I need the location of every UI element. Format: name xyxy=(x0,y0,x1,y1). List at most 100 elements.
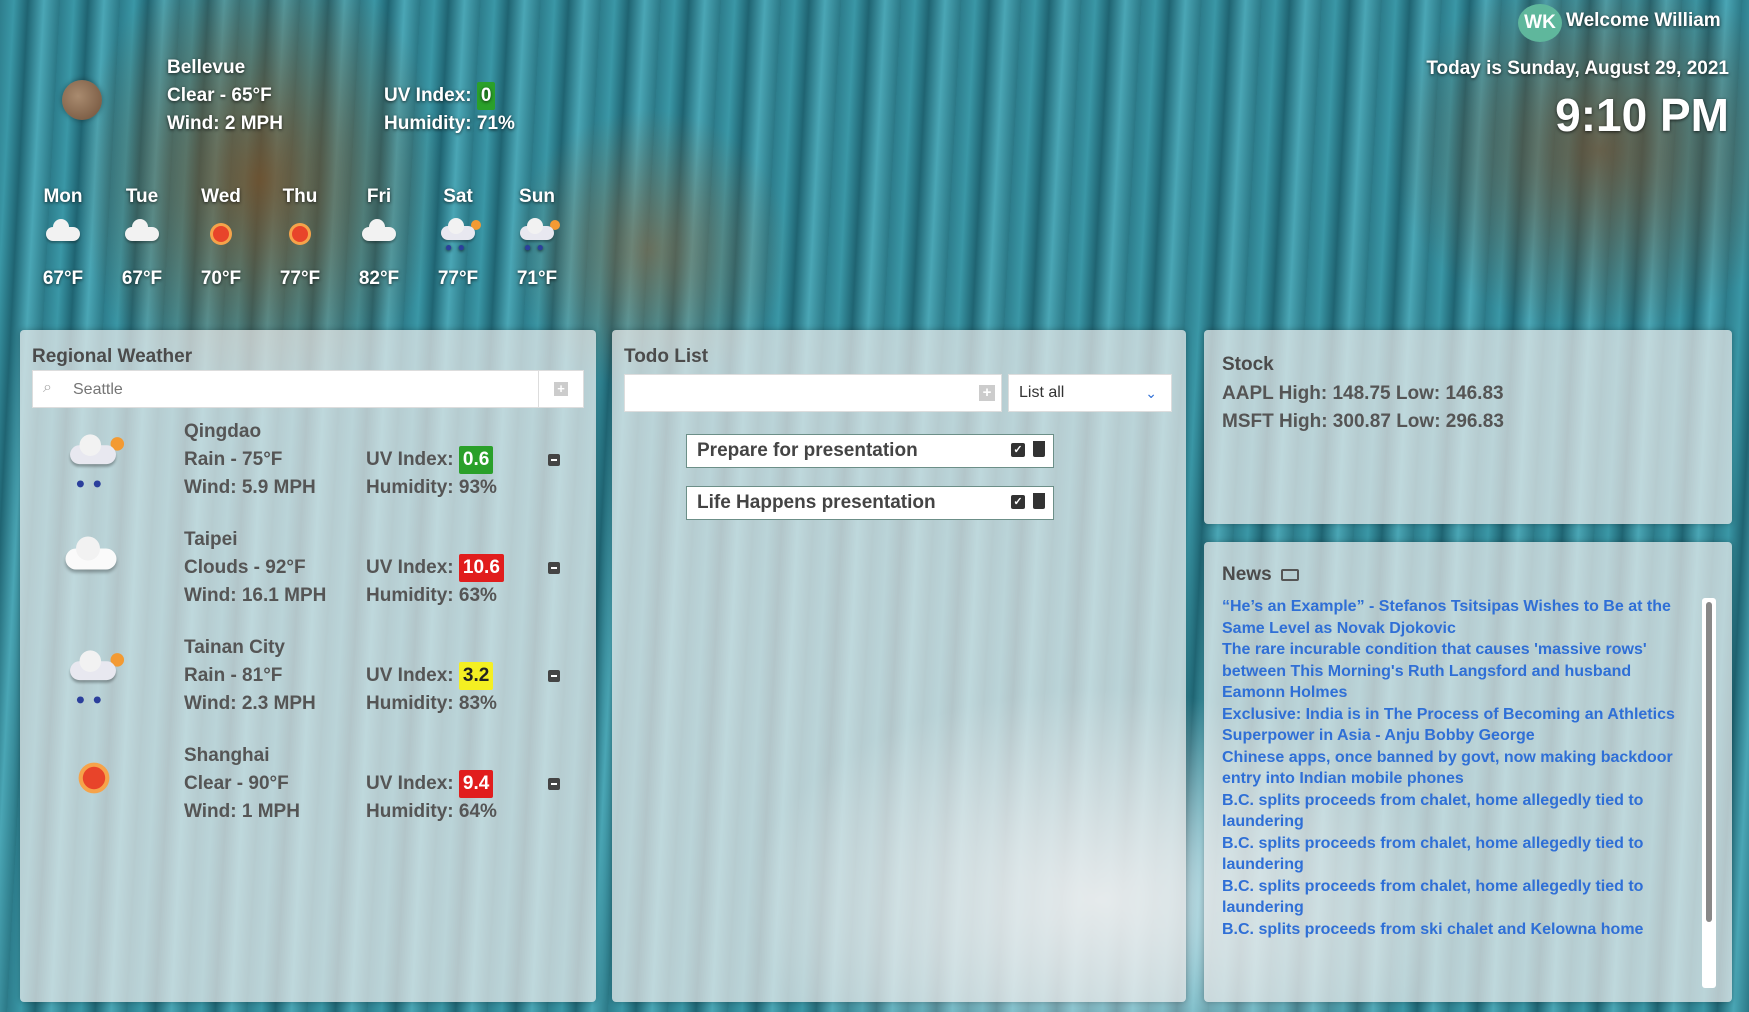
forecast-day: Fri 82°F xyxy=(349,186,409,290)
city-humidity: Humidity: 64% xyxy=(366,801,497,822)
cloud-icon xyxy=(125,219,159,241)
city-humidity: Humidity: 93% xyxy=(366,477,497,498)
todo-item: Prepare for presentation ✓ xyxy=(686,434,1054,468)
city-wind: Wind: 5.9 MPH xyxy=(184,477,316,498)
todo-filter-value: List all xyxy=(1019,384,1065,401)
cloud-moon-icon xyxy=(362,219,396,241)
plus-icon: + xyxy=(554,382,568,396)
news-link[interactable]: The rare incurable condition that causes… xyxy=(1222,639,1692,704)
add-city-button[interactable]: + xyxy=(538,371,583,407)
avatar[interactable]: WK xyxy=(1518,4,1562,42)
forecast-temp: 70°F xyxy=(200,268,242,289)
current-uv-label: UV Index: xyxy=(384,85,472,106)
city-name: Qingdao xyxy=(184,421,262,442)
city-name: Tainan City xyxy=(184,637,285,658)
city-condition: Rain - 81°F xyxy=(184,665,283,686)
regional-search-box: ⌕ + xyxy=(32,370,584,409)
news-link[interactable]: B.C. splits proceeds from chalet, home a… xyxy=(1222,876,1692,919)
forecast-day-label: Tue xyxy=(125,186,159,207)
stock-panel: Stock AAPL High: 148.75 Low: 146.83 MSFT… xyxy=(1204,330,1732,524)
todo-filter-select[interactable]: List all ⌄ xyxy=(1008,374,1172,412)
chevron-down-icon: ⌄ xyxy=(1145,385,1157,401)
news-link[interactable]: B.C. splits proceeds from chalet, home a… xyxy=(1222,790,1692,833)
trash-icon[interactable] xyxy=(1033,493,1045,509)
current-wind: Wind: 2 MPH xyxy=(167,113,283,134)
rain-icon: ● ● xyxy=(70,650,125,708)
sun-icon xyxy=(292,226,308,242)
rain-icon: ● ● xyxy=(70,434,125,492)
trash-icon[interactable] xyxy=(1033,441,1045,457)
todo-panel: Todo List + List all ⌄ Prepare for prese… xyxy=(612,330,1186,1002)
news-link[interactable]: B.C. splits proceeds from ski chalet and… xyxy=(1222,919,1692,941)
forecast-temp: 77°F xyxy=(437,268,479,289)
rain-icon: ● ● xyxy=(520,218,560,254)
city-humidity: Humidity: 63% xyxy=(366,585,497,606)
news-link[interactable]: Chinese apps, once banned by govt, now m… xyxy=(1222,747,1692,790)
complete-checkbox-icon[interactable]: ✓ xyxy=(1011,495,1025,509)
current-uv-badge: 0 xyxy=(476,82,496,110)
remove-city-button[interactable] xyxy=(548,778,560,790)
regional-search-input[interactable] xyxy=(71,371,525,409)
remove-city-button[interactable] xyxy=(548,454,560,466)
forecast-day-label: Wed xyxy=(201,186,241,207)
current-details: UV Index: 0 Humidity: 71% xyxy=(384,82,515,138)
forecast-day-label: Fri xyxy=(366,186,392,207)
sun-icon xyxy=(82,766,106,790)
news-link[interactable]: “He’s an Example” - Stefanos Tsitsipas W… xyxy=(1222,596,1692,639)
remove-city-button[interactable] xyxy=(548,562,560,574)
city-uv-badge: 3.2 xyxy=(458,662,494,690)
cloud-icon xyxy=(65,536,117,570)
news-title-text: News xyxy=(1222,564,1272,585)
todo-item-text: Life Happens presentation xyxy=(697,492,936,513)
city-condition: Clouds - 92°F xyxy=(184,557,306,578)
forecast-strip: Mon 67°F Tue 67°F Wed 70°F Thu 77°F Fri … xyxy=(33,186,560,296)
city-uv-label: UV Index: xyxy=(366,557,454,578)
add-todo-button[interactable]: + xyxy=(979,385,995,401)
city-condition: Clear - 90°F xyxy=(184,773,289,794)
forecast-day: Sun ● ● 71°F xyxy=(507,186,567,290)
forecast-day-label: Mon xyxy=(43,186,83,207)
city-condition: Rain - 75°F xyxy=(184,449,283,470)
todo-input[interactable] xyxy=(633,375,967,413)
news-link[interactable]: Exclusive: India is in The Process of Be… xyxy=(1222,704,1692,747)
forecast-day: Tue 67°F xyxy=(112,186,172,290)
stock-list: AAPL High: 148.75 Low: 146.83 MSFT High:… xyxy=(1222,380,1504,436)
news-scrollbar[interactable] xyxy=(1702,598,1716,988)
forecast-temp: 67°F xyxy=(121,268,163,289)
clock-time: 9:10 PM xyxy=(1555,89,1729,141)
cloud-moon-icon xyxy=(46,219,80,241)
date-line: Today is Sunday, August 29, 2021 xyxy=(1426,58,1729,79)
complete-checkbox-icon[interactable]: ✓ xyxy=(1011,443,1025,457)
forecast-temp: 82°F xyxy=(358,268,400,289)
stock-line: MSFT High: 300.87 Low: 296.83 xyxy=(1222,411,1504,432)
todo-item-text: Prepare for presentation xyxy=(697,440,918,461)
forecast-day: Wed 70°F xyxy=(191,186,251,290)
city-uv-badge: 10.6 xyxy=(458,554,504,582)
sun-icon xyxy=(213,226,229,242)
stock-line: AAPL High: 148.75 Low: 146.83 xyxy=(1222,383,1504,404)
city-weather-item: ● ● Qingdao Rain - 75°F Wind: 5.9 MPH UV… xyxy=(20,418,560,516)
news-title: News xyxy=(1222,564,1299,586)
current-weather: Bellevue Clear - 65°F Wind: 2 MPH xyxy=(167,54,283,138)
city-humidity: Humidity: 83% xyxy=(366,693,497,714)
remove-city-button[interactable] xyxy=(548,670,560,682)
forecast-day-label: Thu xyxy=(282,186,318,207)
regional-weather-panel: Regional Weather ⌕ + ● ● Qingdao Rain - … xyxy=(20,330,596,1002)
stock-title: Stock xyxy=(1222,354,1274,375)
welcome-text: Welcome William xyxy=(1566,10,1721,31)
forecast-temp: 77°F xyxy=(279,268,321,289)
city-weather-item: Taipei Clouds - 92°F Wind: 16.1 MPH UV I… xyxy=(20,526,560,624)
news-panel: News “He’s an Example” - Stefanos Tsitsi… xyxy=(1204,542,1732,1002)
rain-icon: ● ● xyxy=(441,218,481,254)
moon-icon xyxy=(62,80,102,120)
city-name: Taipei xyxy=(184,529,238,550)
city-wind: Wind: 2.3 MPH xyxy=(184,693,316,714)
news-link[interactable]: B.C. splits proceeds from chalet, home a… xyxy=(1222,833,1692,876)
current-humidity: Humidity: 71% xyxy=(384,113,515,134)
scrollbar-thumb[interactable] xyxy=(1706,602,1712,922)
city-uv-label: UV Index: xyxy=(366,449,454,470)
forecast-temp: 71°F xyxy=(516,268,558,289)
todo-item: Life Happens presentation ✓ xyxy=(686,486,1054,520)
search-icon: ⌕ xyxy=(43,379,52,396)
city-name: Shanghai xyxy=(184,745,270,766)
